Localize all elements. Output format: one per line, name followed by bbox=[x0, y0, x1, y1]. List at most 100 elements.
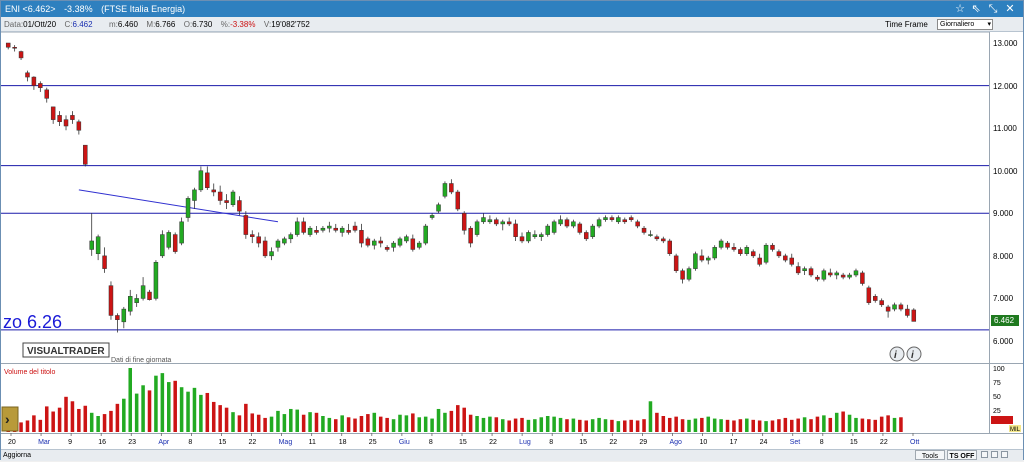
pct-value: -3.38% bbox=[230, 20, 256, 29]
volume-bar bbox=[385, 417, 389, 432]
candle-body bbox=[860, 272, 865, 284]
timeframe-label: Time Frame bbox=[885, 20, 928, 29]
date-day-label: 16 bbox=[98, 439, 106, 446]
candle-body bbox=[545, 225, 550, 235]
date-day-label: 15 bbox=[850, 439, 858, 446]
candle-body bbox=[217, 191, 223, 201]
candle-body bbox=[404, 236, 409, 242]
open-label: O: bbox=[183, 20, 193, 29]
candle-body bbox=[718, 240, 724, 248]
resize-arrow-icon[interactable]: ⤡ bbox=[986, 2, 1000, 16]
candle-body bbox=[616, 217, 621, 223]
candle-body bbox=[532, 234, 538, 237]
volume-bar bbox=[655, 412, 659, 432]
candle-body bbox=[481, 217, 486, 223]
volume-bar bbox=[321, 416, 325, 432]
volume-title: Volume del titolo bbox=[4, 369, 55, 376]
candle-body bbox=[429, 215, 435, 218]
candle-body bbox=[603, 217, 608, 220]
volume-bar bbox=[147, 390, 152, 432]
volume-bar bbox=[308, 412, 312, 432]
volume-bar bbox=[834, 412, 839, 432]
volume-bar bbox=[687, 419, 691, 432]
volume-bar bbox=[333, 419, 338, 432]
candle-body bbox=[654, 236, 660, 240]
refresh-button[interactable]: Aggiorna bbox=[3, 450, 43, 460]
candle-body bbox=[885, 306, 891, 312]
panel-toggle-button[interactable] bbox=[1001, 451, 1008, 458]
panel-toggle-button[interactable] bbox=[981, 451, 988, 458]
date-month-label: Mar bbox=[38, 439, 51, 446]
panel-toggle-button[interactable] bbox=[991, 451, 998, 458]
candle-body bbox=[539, 234, 544, 237]
candle-body bbox=[757, 257, 762, 265]
volume-bar bbox=[558, 417, 563, 432]
candle-body bbox=[635, 221, 640, 227]
volume-bar bbox=[642, 419, 646, 432]
candle-body bbox=[44, 89, 49, 99]
candle-body bbox=[474, 221, 480, 235]
bottom-toolbar: Aggiorna Tools TS OFF bbox=[1, 449, 1023, 461]
candle-body bbox=[770, 244, 775, 250]
volume-bar bbox=[70, 401, 75, 432]
volume-bar bbox=[102, 414, 107, 432]
low-value: 6.460 bbox=[117, 20, 138, 29]
volume-bar bbox=[475, 416, 479, 432]
volume-bar bbox=[841, 411, 845, 432]
scroll-left-handle[interactable]: › bbox=[1, 406, 19, 432]
candle-body bbox=[83, 144, 88, 165]
close-label: C: bbox=[64, 20, 73, 29]
pct-label: %: bbox=[220, 20, 231, 29]
price-tick: 8.000 bbox=[993, 252, 1014, 261]
candle-body bbox=[153, 261, 159, 299]
volume-bar bbox=[815, 416, 820, 432]
volume-bar bbox=[417, 417, 422, 432]
candle-body bbox=[571, 221, 576, 227]
volume-bar bbox=[301, 414, 306, 432]
volume-bar bbox=[179, 387, 184, 432]
candle-body bbox=[494, 219, 499, 225]
tools-button[interactable]: Tools bbox=[915, 450, 945, 460]
candle-body bbox=[327, 225, 332, 229]
volume-bar bbox=[867, 419, 871, 432]
volume-bar bbox=[391, 419, 396, 432]
close-icon[interactable]: ✕ bbox=[1003, 2, 1017, 16]
volume-bar bbox=[706, 416, 711, 432]
volume-bar bbox=[456, 405, 460, 432]
info-icon[interactable] bbox=[889, 346, 905, 362]
volume-bar bbox=[443, 412, 447, 432]
ts-off-button[interactable]: TS OFF bbox=[947, 450, 977, 460]
volume-bar bbox=[648, 401, 653, 432]
volume-bar bbox=[160, 373, 165, 432]
high-value: 6.766 bbox=[155, 20, 176, 29]
volume-bar bbox=[141, 385, 145, 432]
candle-body bbox=[744, 247, 750, 254]
candle-body bbox=[731, 247, 737, 250]
candle-body bbox=[783, 255, 788, 261]
star-icon[interactable]: ☆ bbox=[953, 2, 967, 16]
volume-bar bbox=[732, 420, 736, 432]
volume-bar bbox=[115, 403, 120, 432]
info-icon[interactable] bbox=[906, 346, 922, 362]
candle-body bbox=[275, 240, 281, 248]
high-label: M: bbox=[146, 20, 156, 29]
date-day-label: 25 bbox=[369, 439, 377, 446]
volume-bar bbox=[802, 417, 807, 432]
candle-body bbox=[661, 238, 666, 242]
candle-body bbox=[808, 268, 814, 276]
date-day-label: 18 bbox=[339, 439, 347, 446]
candle-body bbox=[699, 255, 705, 261]
timeframe-select[interactable]: Giornaliero ▾ bbox=[937, 19, 993, 30]
candle-body bbox=[853, 270, 859, 276]
candle-body bbox=[706, 257, 711, 261]
last-price-badge: 6.462 bbox=[991, 315, 1019, 326]
candle-body bbox=[519, 236, 525, 242]
date-day-label: 11 bbox=[309, 439, 316, 446]
candle-body bbox=[468, 227, 473, 244]
candle-body bbox=[802, 268, 807, 272]
restore-arrow-icon[interactable]: ⇖ bbox=[969, 2, 983, 16]
candle-body bbox=[795, 266, 801, 274]
candle-body bbox=[763, 244, 769, 263]
volume-bar bbox=[205, 392, 210, 432]
price-chart[interactable]: 13.000 12.000 11.000 10.000 9.000 8.000 … bbox=[1, 32, 1023, 450]
